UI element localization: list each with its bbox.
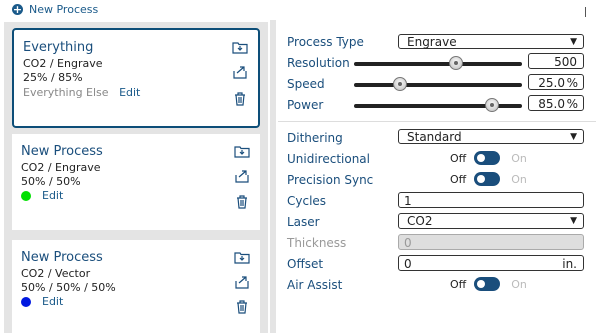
export-icon[interactable] bbox=[232, 65, 248, 79]
trash-icon[interactable] bbox=[234, 195, 250, 209]
dropdown-arrow-icon: ▼ bbox=[570, 216, 577, 226]
laser-value: CO2 bbox=[407, 214, 433, 228]
dithering-select[interactable]: Standard ▼ bbox=[398, 129, 584, 144]
offset-unit: in. bbox=[562, 257, 577, 271]
trash-icon[interactable] bbox=[232, 92, 248, 106]
dropdown-arrow-icon: ▼ bbox=[570, 37, 577, 47]
cycles-label: Cycles bbox=[287, 194, 327, 208]
thickness-value: 0 bbox=[404, 236, 412, 250]
process-values: 50% / 50% / 50% bbox=[21, 281, 116, 294]
toggle-on-label: On bbox=[511, 151, 527, 165]
trash-icon[interactable] bbox=[234, 300, 250, 314]
slider-knob[interactable] bbox=[485, 98, 499, 112]
resolution-input[interactable]: 500 bbox=[528, 53, 584, 69]
power-label: Power bbox=[287, 98, 324, 112]
speed-value: 25.0 bbox=[538, 76, 565, 90]
process-color-label: Everything Else bbox=[23, 86, 109, 99]
top-bar: + New Process bbox=[0, 0, 596, 20]
dropdown-arrow-icon: ▼ bbox=[570, 132, 577, 142]
process-values: 50% / 50% bbox=[21, 175, 81, 188]
process-list-panel: Everything CO2 / Engrave 25% / 85% Every… bbox=[4, 22, 268, 333]
process-laser-mode: CO2 / Vector bbox=[21, 267, 91, 280]
process-settings-panel: Process Type Engrave ▼ Resolution 500 Sp… bbox=[278, 20, 596, 333]
speed-unit: % bbox=[566, 76, 578, 90]
air-assist-toggle[interactable]: Off On bbox=[450, 277, 527, 291]
resolution-slider[interactable] bbox=[354, 56, 522, 70]
slider-knob[interactable] bbox=[393, 77, 407, 91]
dithering-label: Dithering bbox=[287, 131, 343, 145]
dithering-value: Standard bbox=[407, 130, 462, 144]
power-slider[interactable] bbox=[354, 98, 522, 112]
cycles-input[interactable]: 1 bbox=[398, 192, 584, 208]
laser-label: Laser bbox=[287, 215, 320, 229]
toggle-off-label: Off bbox=[450, 172, 467, 186]
cycles-value: 1 bbox=[404, 194, 412, 208]
power-value: 85.0 bbox=[538, 97, 565, 111]
toggle-switch[interactable] bbox=[474, 277, 501, 291]
unidirectional-label: Unidirectional bbox=[287, 152, 370, 166]
slider-knob[interactable] bbox=[449, 56, 463, 70]
edit-link[interactable]: Edit bbox=[119, 86, 140, 99]
toggle-switch[interactable] bbox=[474, 172, 501, 186]
new-process-label: New Process bbox=[29, 3, 99, 16]
speed-input[interactable]: 25.0 % bbox=[528, 74, 584, 90]
divider-mark bbox=[585, 7, 586, 17]
process-title: New Process bbox=[21, 250, 103, 265]
power-input[interactable]: 85.0 % bbox=[528, 95, 584, 111]
unidirectional-toggle[interactable]: Off On bbox=[450, 151, 527, 165]
toggle-on-label: On bbox=[511, 172, 527, 186]
laser-select[interactable]: CO2 ▼ bbox=[398, 213, 584, 229]
process-color-dot bbox=[21, 191, 31, 201]
precision-sync-label: Precision Sync bbox=[287, 173, 374, 187]
import-folder-icon[interactable] bbox=[234, 250, 250, 264]
import-folder-icon[interactable] bbox=[232, 40, 248, 54]
toggle-off-label: Off bbox=[450, 151, 467, 165]
thickness-input: 0 bbox=[398, 234, 584, 250]
process-type-label: Process Type bbox=[287, 35, 364, 49]
plus-circle-icon: + bbox=[12, 3, 23, 16]
import-folder-icon[interactable] bbox=[234, 144, 250, 158]
process-card-new-1[interactable]: New Process CO2 / Engrave 50% / 50% Edit bbox=[12, 134, 260, 230]
process-type-select[interactable]: Engrave ▼ bbox=[398, 34, 584, 49]
process-title: Everything bbox=[23, 40, 94, 55]
offset-input[interactable]: 0 in. bbox=[398, 255, 584, 271]
process-type-value: Engrave bbox=[407, 35, 457, 49]
process-laser-mode: CO2 / Engrave bbox=[23, 57, 103, 70]
power-unit: % bbox=[566, 97, 578, 111]
toggle-off-label: Off bbox=[450, 277, 467, 291]
edit-link[interactable]: Edit bbox=[42, 295, 63, 308]
process-card-new-2[interactable]: New Process CO2 / Vector 50% / 50% / 50%… bbox=[12, 240, 260, 333]
process-title: New Process bbox=[21, 144, 103, 159]
export-icon[interactable] bbox=[234, 169, 250, 183]
toggle-switch[interactable] bbox=[474, 151, 501, 165]
resolution-label: Resolution bbox=[287, 56, 350, 70]
process-card-everything[interactable]: Everything CO2 / Engrave 25% / 85% Every… bbox=[12, 28, 260, 128]
toggle-on-label: On bbox=[511, 277, 527, 291]
section-divider bbox=[278, 121, 596, 122]
process-values: 25% / 85% bbox=[23, 71, 83, 84]
thickness-label: Thickness bbox=[287, 236, 347, 250]
speed-slider[interactable] bbox=[354, 77, 522, 91]
new-process-button[interactable]: + New Process bbox=[12, 3, 98, 16]
speed-label: Speed bbox=[287, 77, 325, 91]
process-color-dot bbox=[21, 297, 31, 307]
process-laser-mode: CO2 / Engrave bbox=[21, 161, 101, 174]
resolution-value: 500 bbox=[554, 55, 577, 69]
precision-sync-toggle[interactable]: Off On bbox=[450, 172, 527, 186]
air-assist-label: Air Assist bbox=[287, 278, 343, 292]
offset-label: Offset bbox=[287, 257, 324, 271]
export-icon[interactable] bbox=[234, 275, 250, 289]
edit-link[interactable]: Edit bbox=[42, 189, 63, 202]
offset-value: 0 bbox=[404, 257, 412, 271]
panel-divider bbox=[270, 20, 276, 333]
